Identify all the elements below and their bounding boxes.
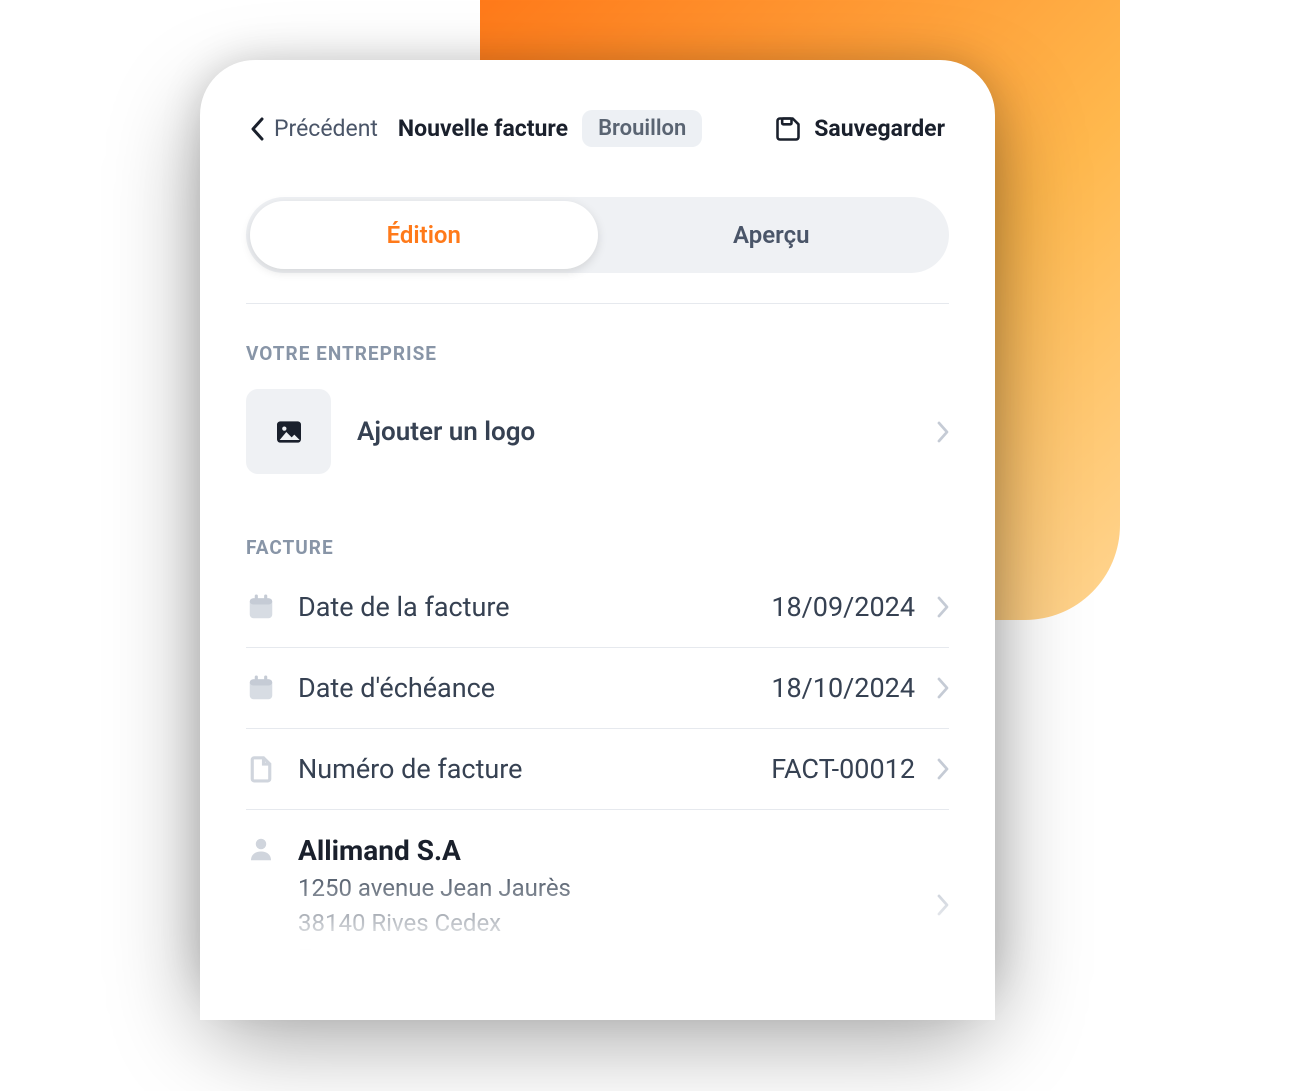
row-label: Date d'échéance (298, 672, 749, 704)
row-label: Numéro de facture (298, 753, 749, 785)
chevron-right-icon (937, 596, 949, 618)
invoice-list: Date de la facture 18/09/2024 Date d'éch… (232, 559, 963, 999)
client-address-line: 38140 Rives Cedex (298, 906, 915, 941)
back-label: Précédent (274, 115, 378, 142)
save-button[interactable]: Sauvegarder (774, 115, 945, 143)
save-icon (774, 115, 802, 143)
person-icon (246, 834, 276, 864)
client-name: Allimand S.A (298, 834, 915, 867)
tabs: Édition Aperçu (246, 197, 949, 273)
image-icon (273, 416, 305, 448)
client-country: France (298, 941, 915, 976)
chevron-right-icon (937, 758, 949, 780)
document-icon (246, 754, 276, 784)
row-client[interactable]: Allimand S.A 1250 avenue Jean Jaurès 381… (246, 810, 949, 999)
client-details: Allimand S.A 1250 avenue Jean Jaurès 381… (298, 834, 915, 975)
row-label: Date de la facture (298, 591, 749, 623)
header: Précédent Nouvelle facture Brouillon Sau… (232, 100, 963, 175)
add-logo-label: Ajouter un logo (357, 417, 911, 447)
add-logo-row[interactable]: Ajouter un logo (232, 365, 963, 498)
chevron-left-icon (250, 117, 264, 141)
section-label-company: VOTRE ENTREPRISE (232, 304, 963, 365)
save-label: Sauvegarder (814, 115, 945, 142)
back-button[interactable]: Précédent (250, 115, 378, 142)
chevron-right-icon (937, 677, 949, 699)
tab-edition[interactable]: Édition (250, 201, 598, 269)
status-badge: Brouillon (582, 110, 702, 147)
invoice-card: Précédent Nouvelle facture Brouillon Sau… (200, 60, 995, 1000)
tab-apercu[interactable]: Aperçu (598, 201, 946, 269)
row-invoice-date[interactable]: Date de la facture 18/09/2024 (246, 567, 949, 648)
calendar-icon (246, 673, 276, 703)
logo-placeholder (246, 389, 331, 474)
section-label-invoice: FACTURE (232, 498, 963, 559)
row-value: FACT-00012 (771, 753, 915, 785)
chevron-right-icon (937, 894, 949, 916)
row-invoice-number[interactable]: Numéro de facture FACT-00012 (246, 729, 949, 810)
row-value: 18/10/2024 (771, 672, 915, 704)
page-title: Nouvelle facture (398, 115, 568, 142)
client-address-line: 1250 avenue Jean Jaurès (298, 871, 915, 906)
chevron-right-icon (937, 421, 949, 443)
row-due-date[interactable]: Date d'échéance 18/10/2024 (246, 648, 949, 729)
calendar-icon (246, 592, 276, 622)
row-value: 18/09/2024 (771, 591, 915, 623)
